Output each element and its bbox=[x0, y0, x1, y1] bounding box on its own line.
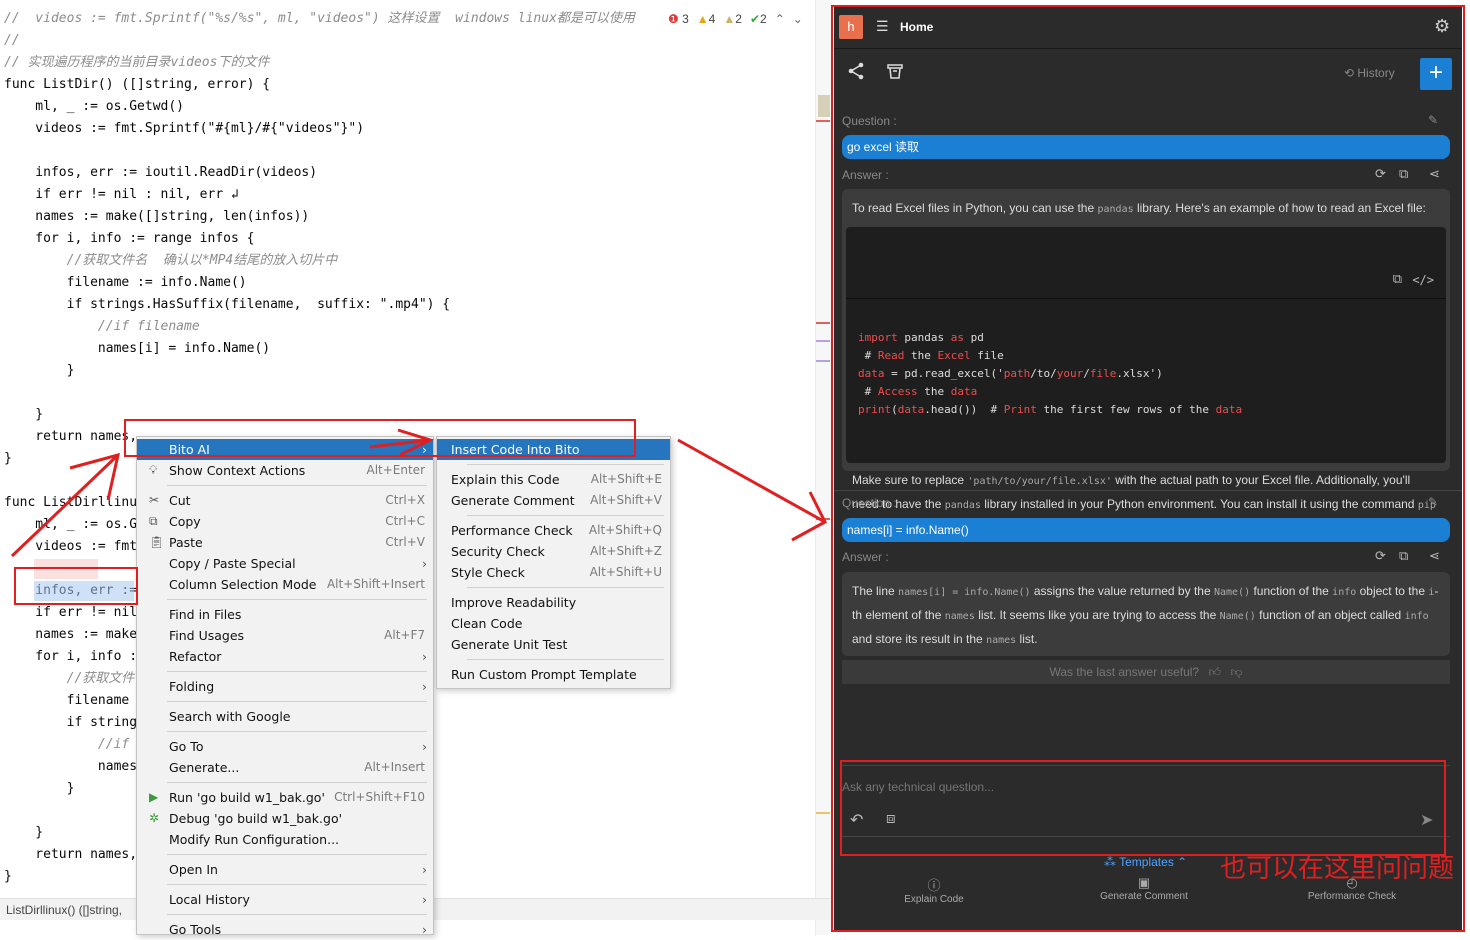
annotation-arrows bbox=[10, 428, 827, 558]
arrowhead bbox=[791, 491, 827, 542]
arrow-to-bito-ai bbox=[10, 453, 120, 558]
arrow-to-panel bbox=[677, 438, 826, 524]
